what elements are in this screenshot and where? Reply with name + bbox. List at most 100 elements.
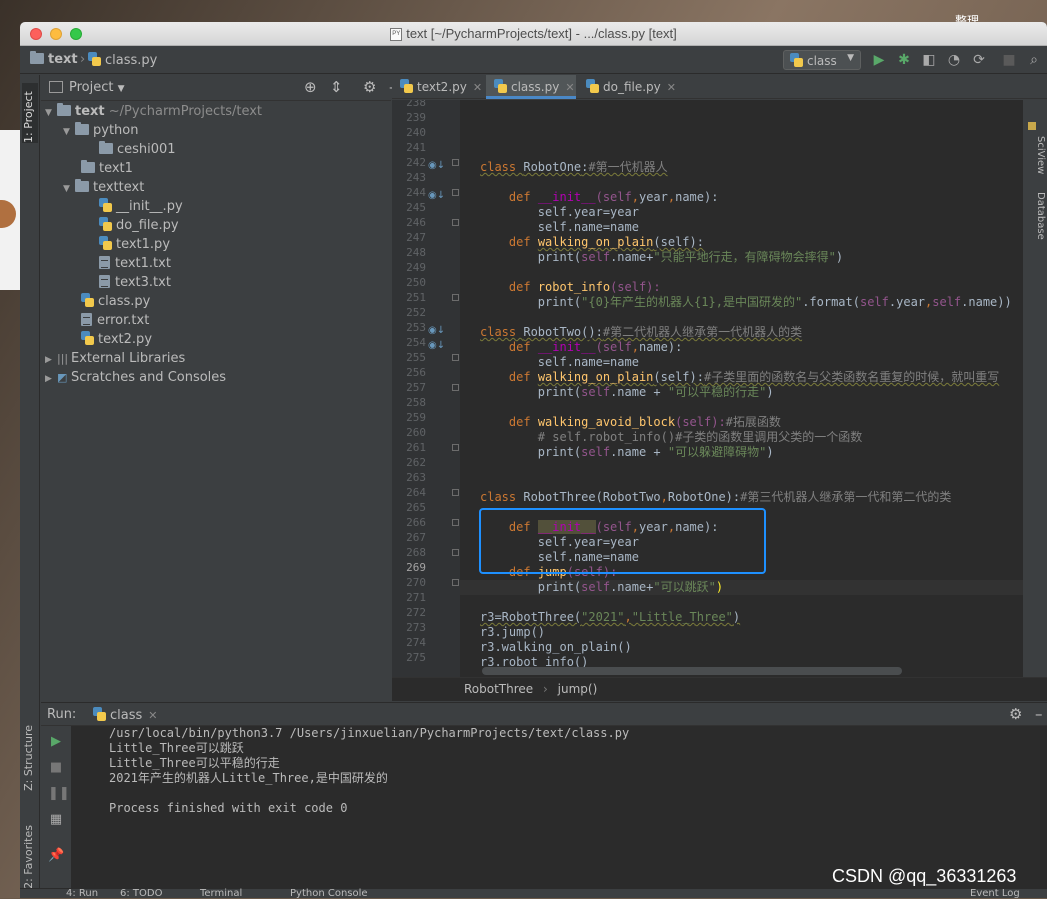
warning-marker-icon[interactable] (1028, 122, 1036, 130)
code-breadcrumb: RobotThree › jump() (392, 677, 1047, 701)
breadcrumb-class[interactable]: RobotThree (464, 682, 533, 696)
tree-item-text2-py[interactable]: text2.py (81, 330, 152, 349)
coverage-icon[interactable]: ◧ (921, 52, 937, 68)
close-icon[interactable]: ✕ (148, 709, 157, 722)
close-icon[interactable]: ✕ (667, 81, 676, 94)
chevron-down-icon: ▼ (63, 184, 70, 194)
debug-icon[interactable]: ✱ (896, 52, 912, 68)
fold-marker-icon[interactable] (452, 384, 459, 391)
hide-panel-icon[interactable]: – (1035, 705, 1043, 723)
breadcrumb-method[interactable]: jump() (558, 682, 598, 696)
tab-structure-tool[interactable]: Z: Structure (22, 725, 38, 791)
implemented-icon[interactable]: ◉↓ (428, 340, 445, 351)
implemented-icon[interactable]: ◉↓ (428, 160, 445, 171)
code-line-246: def walking_on_plain(self): (508, 235, 704, 249)
nav-project[interactable]: text (30, 51, 78, 67)
gear-icon[interactable]: ⚙ (1009, 705, 1022, 723)
tree-item-class-py[interactable]: class.py (81, 292, 150, 311)
search-everywhere-icon[interactable]: ⌕ (1026, 52, 1042, 68)
line-number: 240 (406, 126, 426, 139)
locate-file-icon[interactable]: ⊕ (304, 78, 317, 96)
tab-sciview[interactable]: SciView (1030, 136, 1046, 174)
fold-marker-icon[interactable] (452, 579, 459, 586)
line-number: 258 (406, 396, 426, 409)
run-with-concurrency-icon[interactable]: ⟳ (971, 52, 987, 68)
tree-item-label: text2.py (98, 332, 153, 347)
tab-python-console[interactable]: Python Console (290, 888, 368, 899)
tree-item-texttext[interactable]: ▼ texttext (63, 178, 144, 197)
close-icon[interactable]: ✕ (473, 81, 482, 94)
tree-item-do-file-py[interactable]: do_file.py (99, 216, 179, 235)
tree-item-text3-txt[interactable]: text3.txt (99, 273, 171, 292)
tree-item-ceshi001[interactable]: ceshi001 (99, 140, 176, 159)
rerun-icon[interactable]: ▶ (48, 734, 64, 750)
implemented-icon[interactable]: ◉↓ (428, 190, 445, 201)
tab-terminal[interactable]: Terminal (200, 888, 242, 899)
line-number: 266 (406, 516, 426, 529)
tab-favorites-tool[interactable]: 2: Favorites (22, 825, 38, 889)
stop-icon[interactable]: ■ (48, 760, 64, 776)
tree-item-text1-py[interactable]: text1.py (99, 235, 170, 254)
horizontal-scrollbar[interactable] (482, 667, 902, 675)
tree-item-init-py[interactable]: __init__.py (99, 197, 183, 216)
line-number: 270 (406, 576, 426, 589)
tree-root[interactable]: ▼ text ~/PycharmProjects/text (45, 102, 262, 121)
pause-icon[interactable]: ❚❚ (48, 786, 70, 802)
tab-class-py[interactable]: class.py ✕ (486, 75, 576, 99)
fold-marker-icon[interactable] (452, 489, 459, 496)
fold-marker-icon[interactable] (452, 549, 459, 556)
code-line-252: class RobotTwo():#第二代机器人继承第一代机器人的类 (480, 325, 803, 339)
restore-layout-icon[interactable]: ▦ (48, 812, 64, 828)
line-number: 245 (406, 201, 426, 214)
tree-item-scratches[interactable]: ▶ ◩ Scratches and Consoles (45, 368, 226, 387)
nav-file[interactable]: class.py (88, 52, 157, 68)
fold-marker-icon[interactable] (452, 519, 459, 526)
gear-icon[interactable]: ⚙ (363, 78, 376, 96)
collapse-all-icon[interactable]: ⇕ (330, 78, 343, 96)
chevron-down-icon: ▼ (117, 84, 125, 94)
fold-marker-icon[interactable] (452, 354, 459, 361)
implemented-icon[interactable]: ◉↓ (428, 325, 445, 336)
code-editor[interactable]: class RobotOne:#第一代机器人 def __init__(self… (460, 100, 1023, 677)
line-number: 255 (406, 351, 426, 364)
tab-run[interactable]: 4: Run (66, 888, 98, 899)
tab-todo[interactable]: 6: TODO (120, 888, 162, 899)
line-number: 271 (406, 591, 426, 604)
line-number: 252 (406, 306, 426, 319)
pin-icon[interactable]: 📌 (48, 848, 64, 864)
python-file-icon (81, 293, 94, 307)
close-icon[interactable]: ✕ (565, 81, 574, 94)
tree-item-external-libraries[interactable]: ▶ ||| External Libraries (45, 349, 185, 368)
tree-item-error-txt[interactable]: error.txt (81, 311, 149, 330)
stop-icon[interactable]: ■ (1001, 52, 1017, 68)
fold-marker-icon[interactable] (452, 219, 459, 226)
tree-item-label: ceshi001 (117, 142, 176, 157)
tab-database[interactable]: Database (1030, 192, 1046, 240)
profile-icon[interactable]: ◔ (946, 52, 962, 68)
tree-item-text1-txt[interactable]: text1.txt (99, 254, 171, 273)
run-panel-label: Run: (47, 707, 77, 722)
tree-item-text1[interactable]: text1 (81, 159, 133, 178)
code-line-263: class RobotThree(RobotTwo,RobotOne):#第三代… (480, 490, 952, 504)
fold-marker-icon[interactable] (452, 189, 459, 196)
editor-gutter[interactable]: 238 239 240 241 242 243 244 245 246 247 248 249 250 2… (392, 100, 460, 677)
fold-marker-icon[interactable] (452, 444, 459, 451)
fold-marker-icon[interactable] (452, 294, 459, 301)
run-icon[interactable]: ▶ (871, 52, 887, 68)
tree-item-python[interactable]: ▼ python (63, 121, 138, 140)
code-line-243: def __init__(self,year,name): (508, 190, 719, 204)
line-number: 269 (406, 561, 426, 574)
tab-text2-py[interactable]: text2.py ✕ (392, 75, 484, 99)
run-tab-class[interactable]: class ✕ (93, 707, 158, 723)
project-view-selector[interactable]: Project ▼ (69, 80, 125, 95)
tab-do-file-py[interactable]: do_file.py ✕ (578, 75, 678, 99)
python-file-icon (494, 79, 507, 93)
tree-item-label: error.txt (97, 313, 150, 328)
fold-marker-icon[interactable] (452, 159, 459, 166)
run-configuration-dropdown[interactable]: class ▼ (783, 50, 861, 70)
left-tool-strip: 1: Project Z: Structure 2: Favorites (20, 75, 40, 898)
title-bar[interactable]: PY text [~/PycharmProjects/text] - .../cl… (20, 22, 1047, 46)
tab-event-log[interactable]: Event Log (970, 888, 1020, 899)
bottom-tool-bar: 4: Run 6: TODO Terminal Python Console E… (20, 888, 1047, 899)
tab-project-tool[interactable]: 1: Project (22, 83, 38, 143)
